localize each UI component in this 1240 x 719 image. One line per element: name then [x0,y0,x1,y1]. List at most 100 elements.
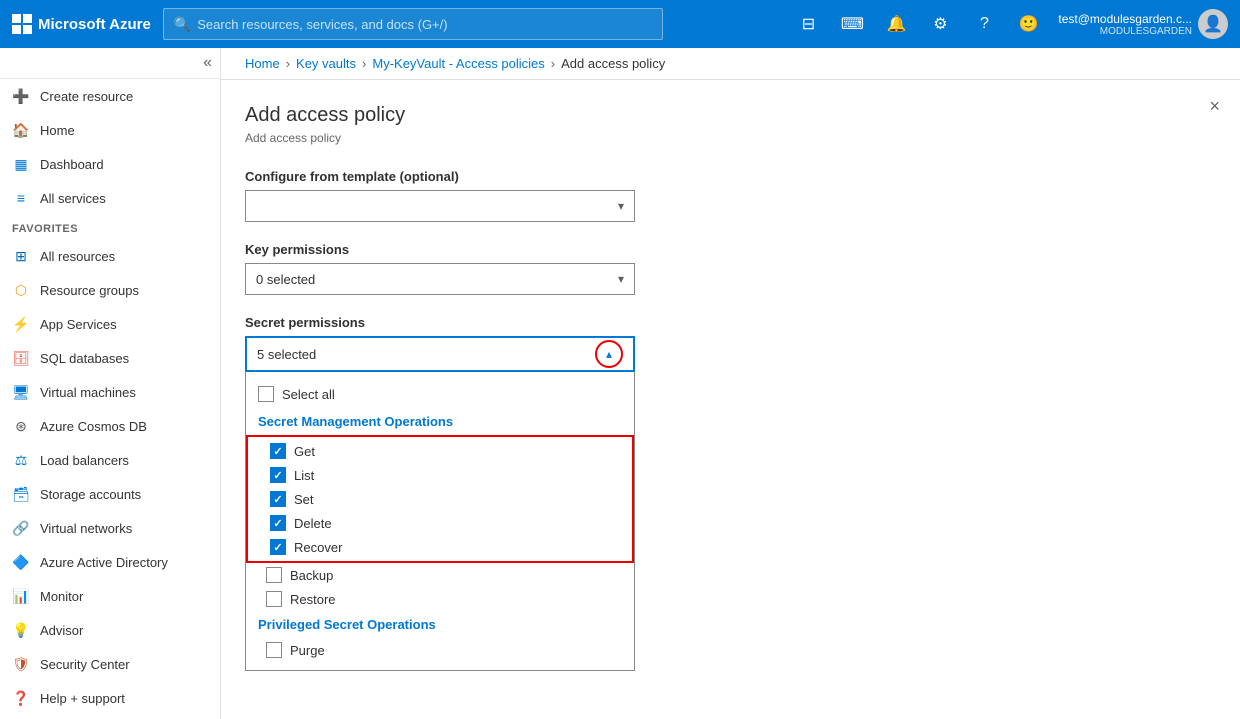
list-checkbox[interactable] [270,467,286,483]
sidebar-item-help-support[interactable]: ❓ Help + support [0,681,220,715]
checkbox-row-recover: Recover [250,535,630,559]
panel: Add access policy Add access policy × Co… [221,80,1240,719]
sidebar-label-azure-active-directory: Azure Active Directory [40,555,168,570]
secret-permissions-header[interactable]: 5 selected ▴ [247,338,633,370]
sidebar-label-resource-groups: Resource groups [40,283,139,298]
sidebar-item-sql-databases[interactable]: 🗄 SQL databases [0,341,220,375]
sidebar-item-all-resources[interactable]: ⊞ All resources [0,239,220,273]
secret-permissions-group: Secret permissions 5 selected ▴ Select a… [245,315,1216,671]
set-label: Set [294,492,314,507]
aad-icon: 🔷 [12,553,30,571]
sidebar-label-virtual-networks: Virtual networks [40,521,132,536]
checkbox-row-set: Set [250,487,630,511]
app-services-icon: ⚡ [12,315,30,333]
vm-icon: 🖥 [12,383,30,401]
sidebar-item-dashboard[interactable]: ▦ Dashboard [0,147,220,181]
recover-checkbox[interactable] [270,539,286,555]
breadcrumb-home[interactable]: Home [245,56,280,71]
panel-title: Add access policy [245,104,1216,127]
advisor-icon: 💡 [12,621,30,639]
sidebar-item-resource-groups[interactable]: ⬡ Resource groups [0,273,220,307]
get-label: Get [294,444,315,459]
configure-template-group: Configure from template (optional) ▾ [245,169,1216,222]
sidebar-item-cosmos-db[interactable]: ⊛ Azure Cosmos DB [0,409,220,443]
select-all-checkbox[interactable] [258,386,274,402]
sidebar-item-monitor[interactable]: 📊 Monitor [0,579,220,613]
breadcrumb: Home › Key vaults › My-KeyVault - Access… [221,48,1240,80]
sidebar-label-all-services: All services [40,191,106,206]
sidebar-item-virtual-networks[interactable]: 🔗 Virtual networks [0,511,220,545]
key-permissions-label: Key permissions [245,242,1216,257]
breadcrumb-sep-1: › [286,56,290,71]
topbar-icons: ⊟ ⌨ 🔔 ⚙ ? 🙂 test@modulesgarden.c... MODU… [794,9,1228,39]
sidebar-label-security-center: Security Center [40,657,130,672]
security-icon: 🛡 [12,655,30,673]
avatar: 👤 [1198,9,1228,39]
feedback-icon[interactable]: ⊟ [794,10,822,38]
sidebar-item-all-services[interactable]: ≡ All services [0,181,220,215]
smiley-icon[interactable]: 🙂 [1014,10,1042,38]
sidebar-label-create-resource: Create resource [40,89,133,104]
help-support-icon: ❓ [12,689,30,707]
sidebar-label-load-balancers: Load balancers [40,453,129,468]
all-resources-icon: ⊞ [12,247,30,265]
sidebar-item-home[interactable]: 🏠 Home [0,113,220,147]
dashboard-icon: ▦ [12,155,30,173]
sidebar-item-storage-accounts[interactable]: 🗃 Storage accounts [0,477,220,511]
monitor-icon: 📊 [12,587,30,605]
secret-permissions-dropdown-list: Select all Secret Management Operations … [245,372,635,671]
sidebar-item-advisor[interactable]: 💡 Advisor [0,613,220,647]
favorites-label: FAVORITES [0,215,220,239]
panel-subtitle: Add access policy [245,131,1216,145]
breadcrumb-key-vaults[interactable]: Key vaults [296,56,356,71]
sidebar-label-storage-accounts: Storage accounts [40,487,141,502]
sidebar-label-monitor: Monitor [40,589,83,604]
search-bar[interactable]: 🔍 [163,8,663,40]
set-checkbox[interactable] [270,491,286,507]
get-checkbox[interactable] [270,443,286,459]
checkbox-row-purge: Purge [246,638,634,662]
collapse-sidebar-button[interactable]: « [203,54,212,72]
restore-label: Restore [290,592,336,607]
restore-checkbox[interactable] [266,591,282,607]
select-all-label: Select all [282,387,335,402]
sidebar-label-advisor: Advisor [40,623,83,638]
delete-checkbox[interactable] [270,515,286,531]
checkbox-row-restore: Restore [246,587,634,611]
all-services-icon: ≡ [12,189,30,207]
secret-permissions-label: Secret permissions [245,315,1216,330]
configure-template-label: Configure from template (optional) [245,169,1216,184]
panel-close-button[interactable]: × [1209,96,1220,117]
chevron-up-circle-icon: ▴ [595,340,623,368]
settings-icon[interactable]: ⚙ [926,10,954,38]
notifications-icon[interactable]: 🔔 [882,10,910,38]
sidebar-item-app-services[interactable]: ⚡ App Services [0,307,220,341]
sidebar-item-create-resource[interactable]: ➕ Create resource [0,79,220,113]
sidebar-item-azure-active-directory[interactable]: 🔷 Azure Active Directory [0,545,220,579]
key-permissions-value: 0 selected [256,272,315,287]
user-info: test@modulesgarden.c... MODULESGARDEN [1058,12,1192,37]
user-area[interactable]: test@modulesgarden.c... MODULESGARDEN 👤 [1058,9,1228,39]
key-permissions-dropdown[interactable]: 0 selected ▾ [245,263,635,295]
purge-checkbox[interactable] [266,642,282,658]
secret-permissions-dropdown[interactable]: 5 selected ▴ [245,336,635,372]
sidebar-item-security-center[interactable]: 🛡 Security Center [0,647,220,681]
sidebar-item-cost-management[interactable]: 💰 Cost Management + Billing [0,715,220,719]
breadcrumb-my-keyvault[interactable]: My-KeyVault - Access policies [372,56,544,71]
sidebar-label-cosmos-db: Azure Cosmos DB [40,419,147,434]
sidebar-item-virtual-machines[interactable]: 🖥 Virtual machines [0,375,220,409]
brand-logo: Microsoft Azure [12,14,151,34]
sidebar-item-load-balancers[interactable]: ⚖ Load balancers [0,443,220,477]
privileged-ops-header: Privileged Secret Operations [246,611,634,638]
backup-checkbox[interactable] [266,567,282,583]
help-icon[interactable]: ? [970,10,998,38]
search-input[interactable] [197,17,652,32]
purge-label: Purge [290,643,325,658]
home-icon: 🏠 [12,121,30,139]
cloud-shell-icon[interactable]: ⌨ [838,10,866,38]
configure-template-dropdown[interactable]: ▾ [245,190,635,222]
storage-icon: 🗃 [12,485,30,503]
secret-permissions-value: 5 selected [257,347,316,362]
topbar: Microsoft Azure 🔍 ⊟ ⌨ 🔔 ⚙ ? 🙂 test@modul… [0,0,1240,48]
key-permissions-group: Key permissions 0 selected ▾ [245,242,1216,295]
